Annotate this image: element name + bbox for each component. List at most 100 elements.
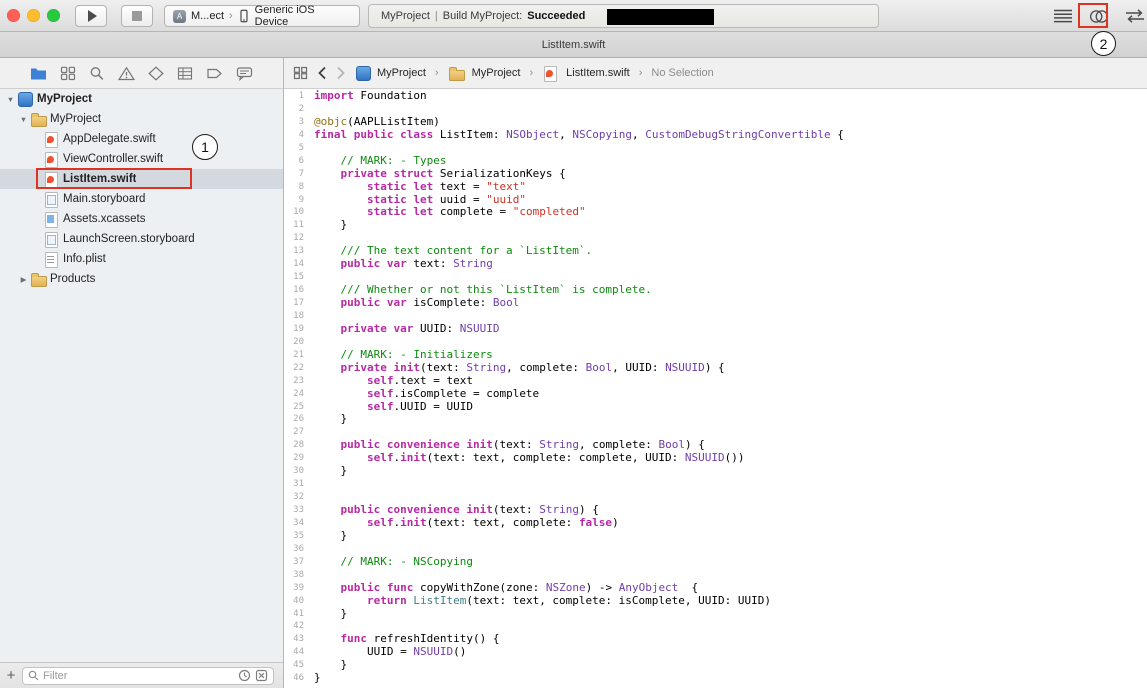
tree-item-main-storyboard[interactable]: Main.storyboard <box>0 189 283 209</box>
add-button[interactable]: + <box>0 667 22 684</box>
code-line[interactable]: 35 } <box>284 530 1147 543</box>
filter-field[interactable]: Filter <box>22 667 274 685</box>
code-line[interactable]: 46} <box>284 672 1147 685</box>
code-line[interactable]: 30 } <box>284 465 1147 478</box>
line-number[interactable]: 41 <box>284 608 314 621</box>
code-line[interactable]: 11 } <box>284 219 1147 232</box>
version-editor-button[interactable] <box>1122 6 1147 26</box>
line-number[interactable]: 23 <box>284 375 314 388</box>
line-number[interactable]: 32 <box>284 491 314 504</box>
line-number[interactable]: 11 <box>284 219 314 232</box>
code-line[interactable]: 29 self.init(text: text, complete: compl… <box>284 452 1147 465</box>
minimize-window-button[interactable] <box>27 9 40 22</box>
run-button[interactable] <box>75 5 107 27</box>
search-navigator-icon[interactable] <box>89 66 105 81</box>
line-number[interactable]: 5 <box>284 142 314 155</box>
line-number[interactable]: 31 <box>284 478 314 491</box>
disclosure-triangle[interactable]: ▶ <box>17 275 30 284</box>
line-number[interactable]: 28 <box>284 439 314 452</box>
line-number[interactable]: 15 <box>284 271 314 284</box>
line-number[interactable]: 35 <box>284 530 314 543</box>
line-number[interactable]: 2 <box>284 103 314 116</box>
issue-navigator-icon[interactable] <box>118 66 135 81</box>
line-number[interactable]: 30 <box>284 465 314 478</box>
stop-button[interactable] <box>121 5 153 27</box>
tree-item-myproject[interactable]: ▼MyProject <box>0 109 283 129</box>
line-number[interactable]: 8 <box>284 181 314 194</box>
code-line[interactable]: 34 self.init(text: text, complete: false… <box>284 517 1147 530</box>
code-line[interactable]: 10 static let complete = "completed" <box>284 206 1147 219</box>
code-line[interactable]: 14 public var text: String <box>284 258 1147 271</box>
line-number[interactable]: 39 <box>284 582 314 595</box>
code-line[interactable]: 1import Foundation <box>284 90 1147 103</box>
source-control-filter-icon[interactable] <box>255 669 268 682</box>
tree-item-launchscreen-storyboard[interactable]: LaunchScreen.storyboard <box>0 229 283 249</box>
disclosure-triangle[interactable]: ▼ <box>17 115 30 124</box>
line-number[interactable]: 4 <box>284 129 314 142</box>
line-number[interactable]: 24 <box>284 388 314 401</box>
code-line[interactable]: 4final public class ListItem: NSObject, … <box>284 129 1147 142</box>
tree-item-myproject[interactable]: ▼MyProject <box>0 89 283 109</box>
line-number[interactable]: 17 <box>284 297 314 310</box>
scheme-selector[interactable]: A M...ect › Generic iOS Device <box>164 5 360 27</box>
code-line[interactable]: 17 public var isComplete: Bool <box>284 297 1147 310</box>
breakpoint-navigator-icon[interactable] <box>206 66 223 81</box>
code-line[interactable]: 44 UUID = NSUUID() <box>284 646 1147 659</box>
source-editor[interactable]: 1import Foundation23@objc(AAPLListItem)4… <box>284 89 1147 688</box>
code-line[interactable]: 37 // MARK: - NSCopying <box>284 556 1147 569</box>
line-number[interactable]: 40 <box>284 595 314 608</box>
line-number[interactable]: 19 <box>284 323 314 336</box>
line-number[interactable]: 45 <box>284 659 314 672</box>
breadcrumb-project[interactable]: MyProject <box>355 65 426 81</box>
tab-listitem-swift[interactable]: ListItem.swift <box>542 39 606 51</box>
tree-item-assets-xcassets[interactable]: Assets.xcassets <box>0 209 283 229</box>
code-line[interactable]: 26 } <box>284 413 1147 426</box>
tree-item-appdelegate-swift[interactable]: AppDelegate.swift <box>0 129 283 149</box>
tree-item-info-plist[interactable]: Info.plist <box>0 249 283 269</box>
line-number[interactable]: 38 <box>284 569 314 582</box>
close-window-button[interactable] <box>7 9 20 22</box>
line-number[interactable]: 21 <box>284 349 314 362</box>
standard-editor-button[interactable] <box>1050 6 1075 26</box>
tree-item-viewcontroller-swift[interactable]: ViewController.swift <box>0 149 283 169</box>
code-line[interactable]: 19 private var UUID: NSUUID <box>284 323 1147 336</box>
line-number[interactable]: 37 <box>284 556 314 569</box>
line-number[interactable]: 7 <box>284 168 314 181</box>
line-number[interactable]: 43 <box>284 633 314 646</box>
tree-item-listitem-swift[interactable]: ListItem.swift <box>0 169 283 189</box>
line-number[interactable]: 26 <box>284 413 314 426</box>
line-number[interactable]: 20 <box>284 336 314 349</box>
line-number[interactable]: 27 <box>284 426 314 439</box>
breadcrumb-group[interactable]: MyProject <box>448 65 521 81</box>
line-number[interactable]: 44 <box>284 646 314 659</box>
line-number[interactable]: 42 <box>284 620 314 633</box>
disclosure-triangle[interactable]: ▼ <box>4 95 17 104</box>
line-number[interactable]: 3 <box>284 116 314 129</box>
code-line[interactable]: 45 } <box>284 659 1147 672</box>
line-number[interactable]: 36 <box>284 543 314 556</box>
code-line[interactable]: 25 self.UUID = UUID <box>284 401 1147 414</box>
line-number[interactable]: 10 <box>284 206 314 219</box>
back-button[interactable] <box>317 66 327 80</box>
code-line[interactable]: 31 <box>284 478 1147 491</box>
assistant-editor-button[interactable] <box>1086 6 1111 26</box>
tree-item-products[interactable]: ▶Products <box>0 269 283 289</box>
line-number[interactable]: 18 <box>284 310 314 323</box>
test-navigator-icon[interactable] <box>148 66 164 81</box>
forward-button[interactable] <box>336 66 346 80</box>
debug-navigator-icon[interactable] <box>177 66 193 81</box>
line-number[interactable]: 22 <box>284 362 314 375</box>
zoom-window-button[interactable] <box>47 9 60 22</box>
project-navigator-icon[interactable] <box>30 66 47 81</box>
recent-files-clock-icon[interactable] <box>238 669 251 682</box>
line-number[interactable]: 34 <box>284 517 314 530</box>
line-number[interactable]: 16 <box>284 284 314 297</box>
line-number[interactable]: 12 <box>284 232 314 245</box>
line-number[interactable]: 46 <box>284 672 314 685</box>
line-number[interactable]: 33 <box>284 504 314 517</box>
breadcrumb-file[interactable]: ListItem.swift <box>542 65 630 81</box>
code-line[interactable]: 41 } <box>284 608 1147 621</box>
line-number[interactable]: 29 <box>284 452 314 465</box>
line-number[interactable]: 14 <box>284 258 314 271</box>
report-navigator-icon[interactable] <box>236 66 253 81</box>
